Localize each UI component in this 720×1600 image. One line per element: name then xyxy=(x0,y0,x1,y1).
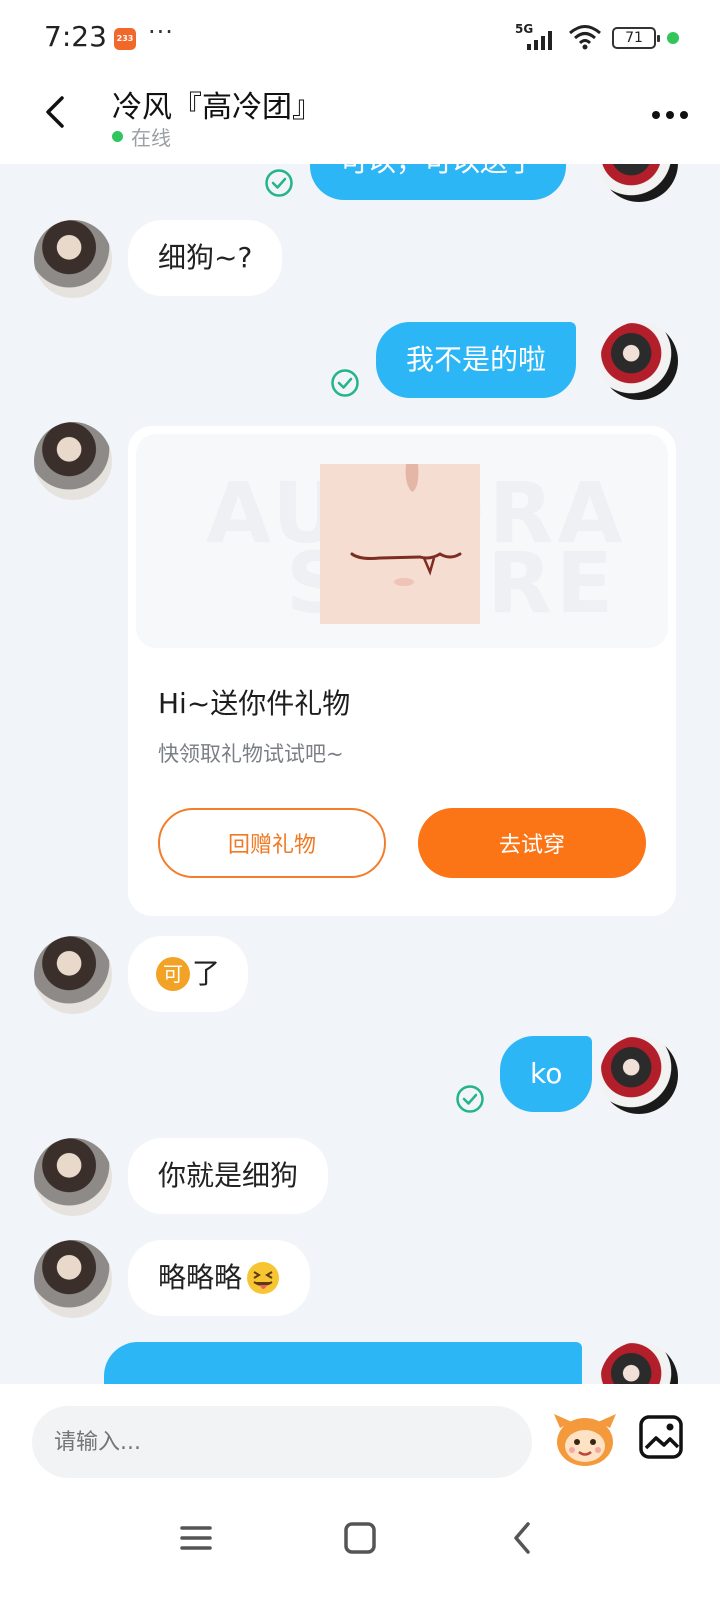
avatar-self[interactable] xyxy=(600,322,678,400)
app-notification-icon: 233 xyxy=(114,28,136,50)
message-bubble-self[interactable] xyxy=(104,1342,582,1384)
system-nav-bar xyxy=(0,1484,720,1600)
online-status: 在线 xyxy=(112,122,171,151)
read-check-icon xyxy=(265,169,293,197)
status-more-icon: ··· xyxy=(148,18,174,46)
chat-title: 冷风『高冷团』 xyxy=(112,90,322,125)
online-dot xyxy=(112,131,123,142)
message-bubble-other[interactable]: 略略略 xyxy=(128,1240,311,1316)
gift-subtitle: 快领取礼物试试吧~ xyxy=(158,742,344,766)
try-on-button[interactable]: 去试穿 xyxy=(418,808,646,878)
message-bubble-other[interactable]: 可 了 xyxy=(128,936,249,1012)
avatar-self[interactable] xyxy=(600,164,678,202)
nav-home-icon[interactable] xyxy=(330,1510,390,1566)
avatar-other[interactable] xyxy=(34,1138,112,1216)
read-check-icon xyxy=(456,1085,484,1113)
avatar-other[interactable] xyxy=(34,422,112,500)
message-bubble-self[interactable]: 可以，可以送了 xyxy=(310,164,567,200)
avatar-other[interactable] xyxy=(34,936,112,1014)
input-bar xyxy=(0,1384,720,1484)
online-label: 在线 xyxy=(131,126,171,150)
wifi-icon xyxy=(569,25,601,50)
gift-thumbnail[interactable] xyxy=(320,464,480,624)
status-bar: 7:23 233 ··· 5G 71 xyxy=(0,0,720,72)
mascot-emoji-icon[interactable] xyxy=(552,1408,618,1470)
read-check-icon xyxy=(331,369,359,397)
gift-title: Hi~送你件礼物 xyxy=(158,687,351,720)
avatar-self[interactable] xyxy=(600,1342,678,1384)
image-icon[interactable] xyxy=(638,1414,684,1460)
message-bubble-self[interactable]: ko xyxy=(500,1036,593,1112)
gift-image-area: AURORA STORE xyxy=(136,434,668,648)
chat-header: 冷风『高冷团』 在线 xyxy=(0,72,720,164)
nav-back-icon[interactable] xyxy=(494,1510,554,1566)
back-icon[interactable] xyxy=(36,92,76,132)
message-bubble-other[interactable]: 细狗~? xyxy=(128,220,283,296)
message-input[interactable] xyxy=(32,1406,532,1478)
return-gift-button[interactable]: 回赠礼物 xyxy=(158,808,386,878)
nav-menu-icon[interactable] xyxy=(166,1510,226,1566)
tongue-face-emoji-icon xyxy=(247,1262,280,1294)
avatar-other[interactable] xyxy=(34,1240,112,1318)
ke-emoji-icon: 可 xyxy=(156,957,190,991)
battery-icon: 71 xyxy=(612,27,660,49)
status-time: 7:23 xyxy=(44,20,107,53)
message-bubble-self[interactable]: 我不是的啦 xyxy=(376,322,577,398)
signal-icon xyxy=(527,31,552,50)
message-bubble-other[interactable]: 你就是细狗 xyxy=(128,1138,329,1214)
chat-area[interactable]: 可以，可以送了 细狗~? 我不是的啦 AURORA STORE H xyxy=(0,164,720,1384)
more-icon[interactable] xyxy=(650,100,690,130)
privacy-indicator xyxy=(667,32,679,44)
avatar-self[interactable] xyxy=(600,1036,678,1114)
avatar-other[interactable] xyxy=(34,220,112,298)
gift-card[interactable]: AURORA STORE Hi~送你件礼物 快领取礼物试试吧~ 回赠礼物 去试穿 xyxy=(128,426,676,916)
